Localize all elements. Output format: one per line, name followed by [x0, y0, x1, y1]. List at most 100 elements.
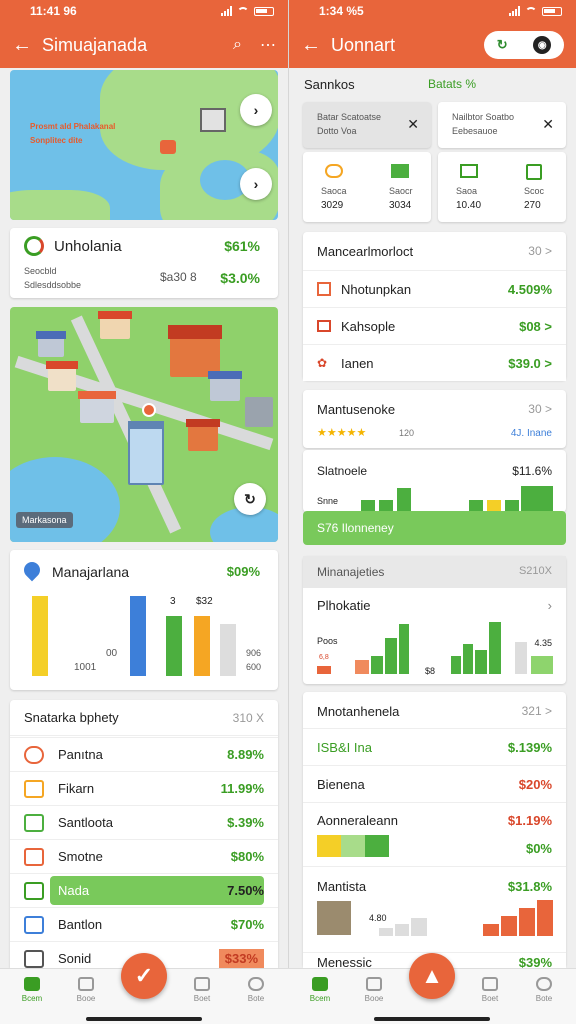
refresh-icon[interactable]: ↻ — [497, 37, 508, 53]
chart-card[interactable]: Minanajeties S210X Plhokatie › Poos 6,8 … — [303, 556, 566, 684]
list-header: Snatarka bphety 310 X — [10, 700, 278, 736]
list-header-title: Snatarka bphety — [24, 710, 119, 725]
back-arrow-icon[interactable]: ← — [12, 34, 42, 57]
house-icon — [186, 419, 220, 451]
nav-home[interactable]: Bcem — [12, 977, 52, 1003]
chart-bar — [501, 916, 517, 936]
chart-bar — [537, 900, 553, 936]
list-item[interactable]: Santloota $.39% — [10, 805, 278, 839]
chart-bar — [519, 908, 535, 936]
summary-card[interactable]: Unholania $61% Seocbld Sdlesddsobbe $a30… — [10, 228, 278, 298]
chart-bar — [166, 616, 182, 676]
chart-bar — [483, 924, 499, 936]
chart-label-left: 1001 — [74, 662, 97, 673]
chart-bar — [355, 660, 369, 674]
more-icon[interactable]: ⋯ — [260, 35, 276, 55]
summary-percent: $61% — [224, 238, 260, 254]
list-item[interactable]: Smotne $80% — [10, 839, 278, 873]
house-icon — [78, 391, 116, 423]
list-header-right[interactable]: 321 > — [522, 704, 552, 718]
list-item-highlighted[interactable]: Nada 7.50% — [10, 873, 278, 907]
pie-icon — [24, 236, 44, 256]
spark-value: $11.6% — [512, 464, 552, 478]
power-icon[interactable]: ◉ — [533, 36, 552, 54]
status-icons — [509, 6, 562, 16]
money-icon — [460, 164, 478, 178]
stats-card[interactable]: Saoca 3029 Saocr 3034 — [303, 152, 431, 222]
nav-profile[interactable]: Bote — [524, 977, 564, 1003]
summary-percent-2: $3.0% — [220, 270, 260, 286]
chart-icon — [482, 977, 498, 991]
tower-icon — [128, 421, 164, 485]
list-item[interactable]: ISB&I Ina $.139% — [303, 728, 566, 765]
group-right: S210X — [518, 565, 552, 577]
spark-title: Slatnoele — [317, 464, 368, 478]
map-label-2: Sonplitec dite — [30, 136, 83, 145]
nav-third[interactable]: Boet — [470, 977, 510, 1003]
chart-card[interactable]: Manajarlana $09% 3 $32 1001 00 906 600 — [10, 550, 278, 690]
map-next-button[interactable]: › — [240, 94, 272, 126]
nav-home[interactable]: Bcem — [300, 977, 340, 1003]
city-badge: Markasona — [16, 512, 73, 528]
hammer-fab-button[interactable]: ✓ — [121, 953, 167, 999]
list-item[interactable]: Mantista $31.8% 4.80 — [303, 866, 566, 946]
photo-thumbnail — [317, 901, 351, 935]
close-icon[interactable]: ✕ — [407, 116, 419, 133]
list-item[interactable]: Bantlon $70% — [10, 907, 278, 941]
filter-chip[interactable]: Nailbtor Soatbo Eebesauoe ✕ — [438, 102, 566, 148]
list-header-right[interactable]: 310 X — [233, 711, 264, 725]
back-arrow-icon[interactable]: ← — [301, 34, 331, 57]
chart-bar — [385, 638, 397, 674]
chart-bar — [379, 928, 393, 936]
page-title: Simuajanada — [42, 34, 148, 55]
map-pin-icon[interactable] — [160, 140, 176, 154]
group-title: Minanajeties — [317, 565, 385, 579]
chart-tag-1: 3 — [170, 596, 176, 607]
spark-card[interactable]: Slatnoele $11.6% Snne — [303, 450, 566, 512]
chart-bar — [515, 642, 527, 674]
city-zoom-button[interactable]: ↻ — [234, 483, 266, 515]
location-pin-icon[interactable] — [142, 403, 156, 417]
list-header-right[interactable]: 30 > — [528, 244, 552, 258]
nav-third[interactable]: Boet — [182, 977, 222, 1003]
chart-bar — [411, 918, 427, 936]
map-next-button-2[interactable]: › — [240, 168, 272, 200]
flower-icon: ✿ — [317, 356, 328, 370]
action-banner[interactable]: S76 Ilonneney — [303, 511, 566, 545]
trash-icon — [526, 164, 542, 180]
filter-chip[interactable]: Batar Scatoatse Dotto Voa ✕ — [303, 102, 431, 148]
list-item[interactable]: Panıtna 8.89% — [10, 737, 278, 771]
chart-bar — [463, 644, 473, 674]
close-icon[interactable]: ✕ — [542, 116, 554, 133]
nav-profile[interactable]: Bote — [236, 977, 276, 1003]
house-icon — [46, 361, 78, 391]
spark-sub: Snne — [317, 496, 339, 506]
list-item[interactable]: ✿ Ianen $39.0 > — [303, 344, 566, 381]
list-item[interactable]: Aonneraleann $1.19% $0% — [303, 802, 566, 866]
house-icon — [98, 311, 132, 339]
region-map[interactable]: Prosmt ald Phalakanal Sonplitec dite › › — [10, 70, 278, 220]
headset-icon — [325, 164, 343, 178]
section-right: Batats % — [428, 77, 477, 91]
city-map[interactable]: Markasona ↻ — [10, 307, 278, 542]
rating-right[interactable]: 30 > — [528, 402, 552, 416]
list-item[interactable]: Fikarn 11.99% — [10, 771, 278, 805]
nav-second[interactable]: Booe — [66, 977, 106, 1003]
search-icon[interactable]: ⌕ — [233, 36, 242, 54]
chart-bar — [395, 924, 409, 936]
chevron-right-icon[interactable]: › — [548, 598, 552, 613]
rating-card[interactable]: Mantusenoke 30 > ★★★★★ 120 4J. Inane — [303, 390, 566, 448]
list-item[interactable]: Bienena $20% — [303, 765, 566, 802]
build-fab-button[interactable]: ▲ — [409, 953, 455, 999]
home-indicator — [374, 1017, 490, 1021]
nav-second[interactable]: Booe — [354, 977, 394, 1003]
house-icon — [391, 164, 409, 178]
list-item[interactable]: Kahsople $08 > — [303, 307, 566, 344]
rating-title: Mantusenoke — [317, 402, 396, 417]
folder-icon — [78, 977, 94, 991]
list-item[interactable]: Nhotunpkan 4.509% — [303, 270, 566, 307]
star-rating-icon: ★★★★★ — [317, 427, 367, 439]
stats-card[interactable]: Saoa 10.40 Scoc 270 — [438, 152, 566, 222]
toggle-pill[interactable]: ↻ ◉ — [484, 31, 564, 59]
progress-strip — [317, 835, 389, 857]
